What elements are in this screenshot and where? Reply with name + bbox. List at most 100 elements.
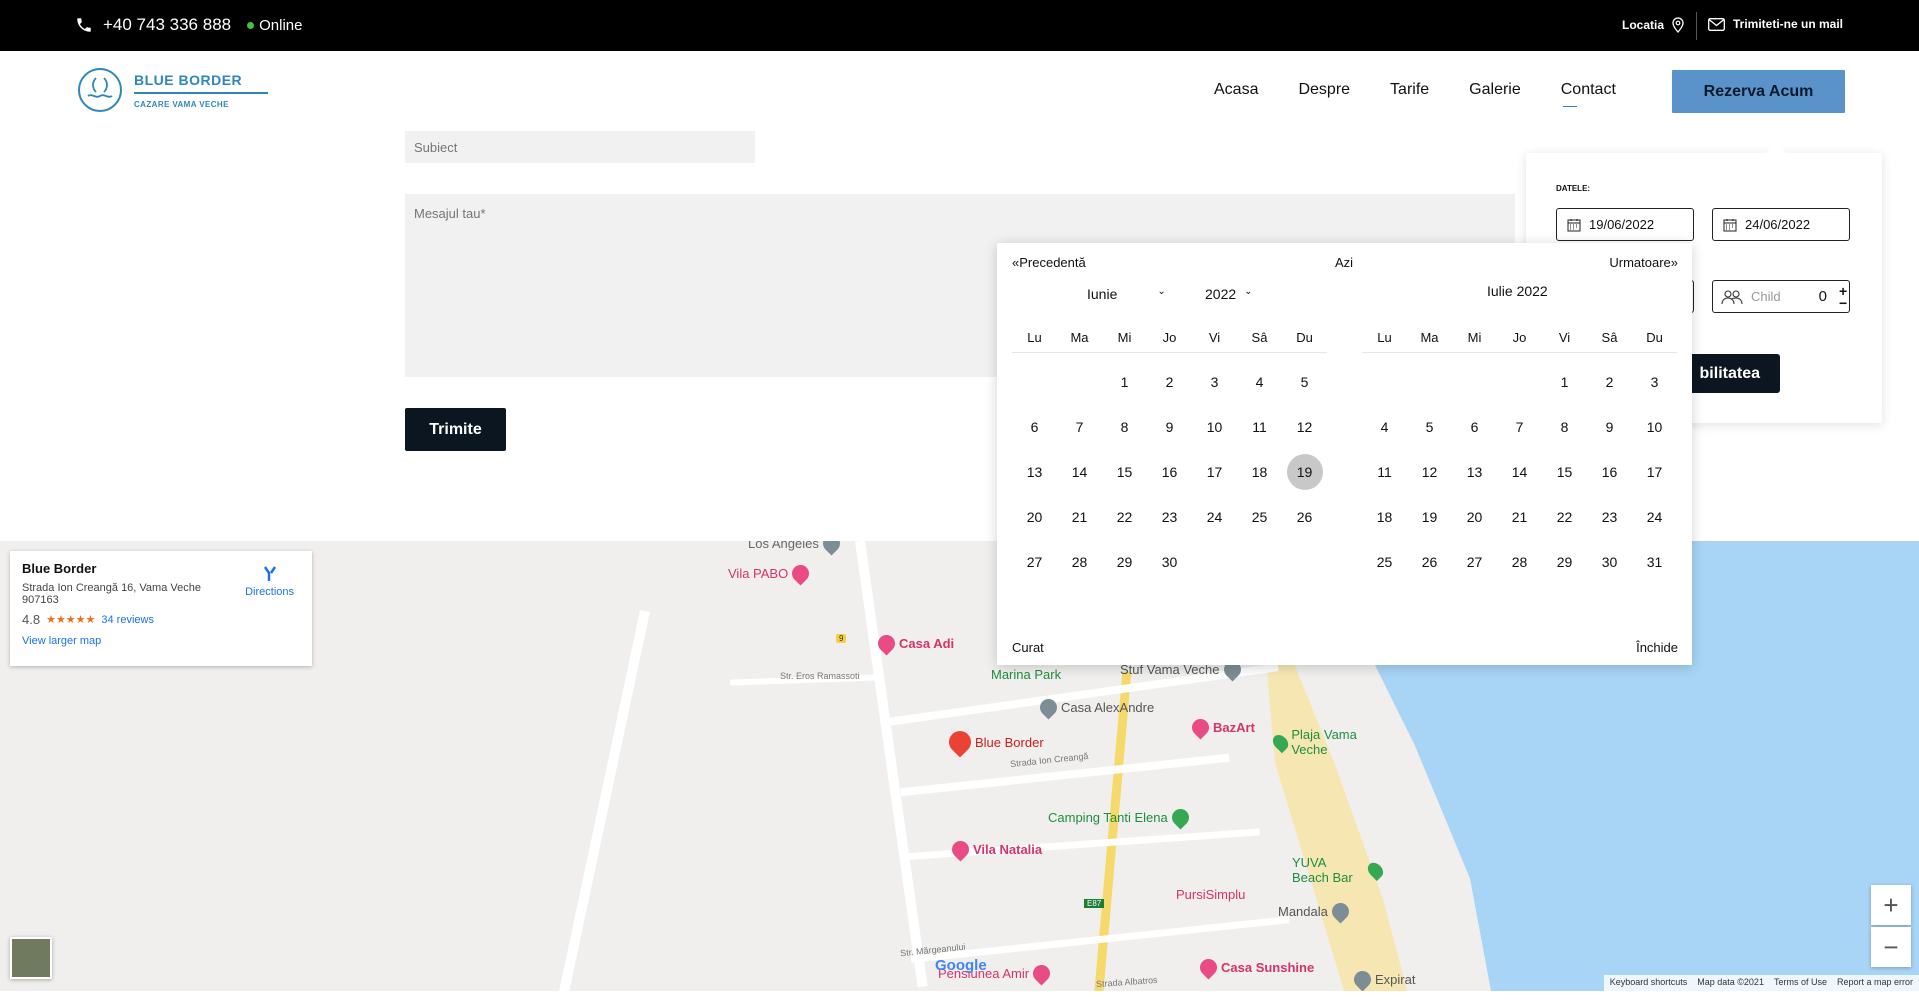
day-cell[interactable]: 23 (1587, 509, 1632, 525)
day-cell[interactable]: 22 (1102, 509, 1147, 525)
day-cell[interactable]: 3 (1632, 374, 1677, 390)
day-cell[interactable]: 26 (1407, 554, 1452, 570)
pin-mandala[interactable]: Mandala (1278, 899, 1353, 924)
phone-contact[interactable]: +40 743 336 888 Online (75, 15, 302, 35)
day-cell[interactable]: 9 (1587, 419, 1632, 435)
pin-plaja[interactable]: Plaja Vama Veche (1269, 727, 1374, 757)
day-cell[interactable]: 15 (1542, 464, 1587, 480)
day-cell[interactable]: 8 (1102, 419, 1147, 435)
pin-vila-natalia[interactable]: Vila Natalia (948, 837, 1042, 862)
prev-month-button[interactable]: «Precedentă (1012, 255, 1086, 270)
day-cell[interactable]: 13 (1452, 464, 1497, 480)
nav-contact[interactable]: Contact (1561, 81, 1616, 107)
day-cell[interactable]: 14 (1497, 464, 1542, 480)
year-select-value[interactable]: 2022 (1205, 286, 1236, 302)
day-cell[interactable]: 27 (1012, 554, 1057, 570)
pin-marina-park[interactable]: Marina Park (991, 667, 1061, 682)
day-cell[interactable]: 28 (1057, 554, 1102, 570)
pin-alexandre[interactable]: Casa AlexAndre (1036, 695, 1154, 720)
checkin-date-input[interactable]: 19/06/2022 (1556, 208, 1694, 241)
day-cell[interactable]: 17 (1192, 464, 1237, 480)
minus-icon[interactable]: − (1839, 296, 1847, 310)
day-cell[interactable]: 25 (1362, 554, 1407, 570)
checkin-value[interactable]: 19/06/2022 (1589, 217, 1654, 232)
directions-button[interactable]: Directions (245, 565, 294, 598)
book-now-button[interactable]: Rezerva Acum (1672, 70, 1845, 113)
day-cell[interactable]: 7 (1057, 419, 1102, 435)
day-cell[interactable]: 18 (1362, 509, 1407, 525)
location-link[interactable]: Locatia (1622, 17, 1684, 33)
day-cell[interactable]: 17 (1632, 464, 1677, 480)
day-cell[interactable]: 11 (1237, 419, 1282, 435)
day-cell[interactable]: 12 (1282, 419, 1327, 435)
day-cell[interactable]: 1 (1542, 374, 1587, 390)
mail-link[interactable]: Trimiteti-ne un mail (1708, 17, 1843, 31)
terms-link[interactable]: Terms of Use (1774, 977, 1827, 989)
day-cell[interactable]: 18 (1237, 464, 1282, 480)
month-select[interactable]: Iunie ⌄ (1087, 286, 1166, 302)
pin-los-angeles[interactable]: Los Angeles (748, 541, 844, 556)
day-cell[interactable]: 9 (1147, 419, 1192, 435)
nav-despre[interactable]: Despre (1298, 81, 1350, 99)
mail-label[interactable]: Trimiteti-ne un mail (1733, 17, 1843, 31)
nav-acasa[interactable]: Acasa (1214, 81, 1258, 99)
day-cell[interactable]: 22 (1542, 509, 1587, 525)
day-cell[interactable]: 4 (1362, 419, 1407, 435)
pin-casa-adi[interactable]: Casa Adi (874, 631, 954, 656)
child-stepper[interactable]: + − (1839, 284, 1847, 310)
day-cell[interactable]: 16 (1587, 464, 1632, 480)
day-cell[interactable]: 26 (1282, 509, 1327, 525)
day-cell[interactable]: 25 (1237, 509, 1282, 525)
day-cell[interactable]: 1 (1102, 374, 1147, 390)
day-cell[interactable]: 7 (1497, 419, 1542, 435)
day-cell[interactable]: 16 (1147, 464, 1192, 480)
day-cell[interactable]: 24 (1632, 509, 1677, 525)
pin-vila-pabo[interactable]: Vila PABO (728, 561, 813, 586)
day-cell[interactable]: 4 (1237, 374, 1282, 390)
day-cell[interactable]: 5 (1407, 419, 1452, 435)
today-button[interactable]: Azi (1335, 255, 1353, 270)
report-error-link[interactable]: Report a map error (1837, 977, 1913, 989)
day-cell[interactable]: 14 (1057, 464, 1102, 480)
day-cell[interactable]: 11 (1362, 464, 1407, 480)
day-cell[interactable]: 10 (1192, 419, 1237, 435)
site-logo[interactable]: BLUE BORDER CAZARE VAMA VECHE (76, 66, 268, 114)
subject-input[interactable] (405, 131, 755, 163)
view-larger-map-link[interactable]: View larger map (22, 635, 101, 647)
pin-expirat[interactable]: Expirat (1350, 967, 1415, 991)
zoom-out-button[interactable]: − (1871, 927, 1911, 967)
day-cell[interactable]: 15 (1102, 464, 1147, 480)
day-cell[interactable]: 30 (1587, 554, 1632, 570)
day-cell[interactable]: 27 (1452, 554, 1497, 570)
nav-galerie[interactable]: Galerie (1469, 81, 1521, 99)
day-cell[interactable]: 28 (1497, 554, 1542, 570)
day-cell[interactable]: 20 (1012, 509, 1057, 525)
day-cell[interactable]: 12 (1407, 464, 1452, 480)
phone-number[interactable]: +40 743 336 888 (103, 15, 231, 35)
day-cell[interactable]: 29 (1102, 554, 1147, 570)
pin-bazart[interactable]: BazArt (1188, 715, 1255, 740)
day-cell[interactable]: 20 (1452, 509, 1497, 525)
send-button[interactable]: Trimite (405, 408, 506, 451)
zoom-in-button[interactable]: + (1871, 885, 1911, 925)
keyboard-shortcuts-link[interactable]: Keyboard shortcuts (1610, 977, 1688, 989)
checkout-value[interactable]: 24/06/2022 (1745, 217, 1810, 232)
day-cell[interactable]: 29 (1542, 554, 1587, 570)
day-cell[interactable]: 21 (1497, 509, 1542, 525)
reviews-link[interactable]: 34 reviews (101, 614, 154, 626)
day-cell[interactable]: 10 (1632, 419, 1677, 435)
pin-blue-border[interactable]: Blue Border (944, 726, 1044, 758)
day-cell[interactable]: 19 (1407, 509, 1452, 525)
day-cell[interactable]: 6 (1012, 419, 1057, 435)
day-cell[interactable]: 8 (1542, 419, 1587, 435)
nav-tarife[interactable]: Tarife (1390, 81, 1429, 99)
pin-pursi[interactable]: PursiSimplu (1176, 887, 1245, 902)
month-select-value[interactable]: Iunie (1087, 286, 1117, 302)
pin-camping[interactable]: Camping Tanti Elena (1048, 805, 1193, 830)
satellite-toggle-button[interactable] (10, 937, 52, 979)
day-cell[interactable]: 13 (1012, 464, 1057, 480)
year-select[interactable]: 2022 ⌄ (1205, 286, 1253, 302)
day-cell[interactable]: 19 (1286, 453, 1323, 490)
clear-button[interactable]: Curat (1012, 640, 1044, 655)
day-cell[interactable]: 23 (1147, 509, 1192, 525)
